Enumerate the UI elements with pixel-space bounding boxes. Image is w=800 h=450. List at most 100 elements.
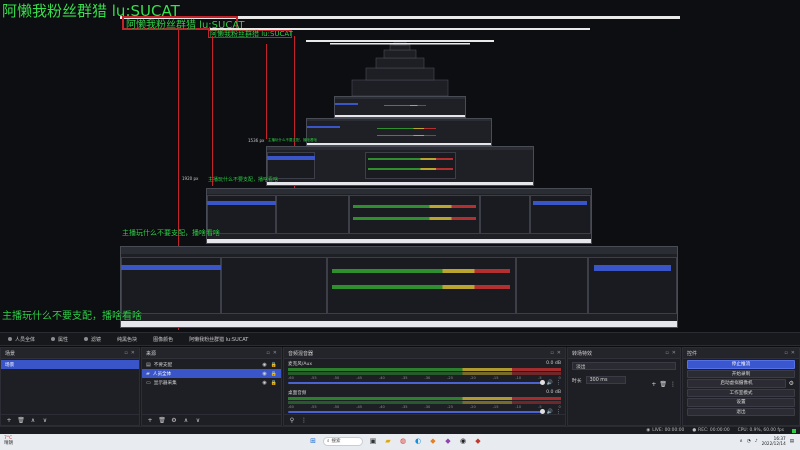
- file-explorer-icon[interactable]: ▰: [383, 436, 393, 446]
- meter-tick: -20: [469, 376, 476, 380]
- transition-select[interactable]: 淡出: [572, 362, 676, 370]
- meter-tick: -60: [288, 405, 294, 409]
- gear-icon[interactable]: ⚙: [170, 416, 178, 424]
- app-icon[interactable]: ◆: [443, 436, 453, 446]
- weather-desc: 晴朗: [4, 441, 13, 446]
- edge-icon[interactable]: ◐: [413, 436, 423, 446]
- meter-tick: -55: [310, 376, 317, 380]
- virtual-camera-button[interactable]: 启动虚拟摄像机 ⚙: [687, 379, 794, 388]
- float-icon[interactable]: ▫: [665, 350, 668, 356]
- toolbar-text-button[interactable]: 阿懒我粉丝群猎 lu:SUCAT: [185, 335, 252, 344]
- app-icon[interactable]: ◆: [428, 436, 438, 446]
- filters-icon: [84, 337, 89, 341]
- slider-knob[interactable]: [539, 380, 545, 385]
- controls-dock: 控件 ▫ ✕ 停止推流 开始录制 启动虚拟摄像机 ⚙ 工作室模式 设置 退出: [682, 347, 800, 426]
- float-icon[interactable]: ▫: [550, 350, 553, 356]
- mixer-title: 音频混音器: [288, 350, 314, 357]
- float-icon[interactable]: ▫: [124, 350, 127, 356]
- toolbar-properties-button[interactable]: 属性: [47, 335, 72, 344]
- scene-item[interactable]: 场景: [1, 360, 139, 369]
- meter-tick: -25: [447, 405, 454, 409]
- eye-icon[interactable]: ◉: [262, 371, 266, 377]
- meter-tick: -35: [401, 376, 408, 380]
- menu-icon[interactable]: ⋮: [670, 381, 676, 388]
- lock-icon[interactable]: 🔒: [271, 380, 277, 386]
- link-icon[interactable]: ⚲: [288, 416, 296, 424]
- lock-icon[interactable]: 🔒: [271, 362, 277, 368]
- trash-icon[interactable]: 🗑: [158, 416, 166, 424]
- obs-icon[interactable]: ◉: [458, 436, 468, 446]
- exit-button[interactable]: 退出: [687, 407, 795, 416]
- source-item-label: 显示器采集: [153, 380, 177, 386]
- mixer-channel: 麦克风/Aux 0.0 dB -60 -55 -50 -45 -40 -35 -30 -25 -2…: [284, 359, 565, 386]
- trash-icon[interactable]: 🗑: [659, 381, 667, 388]
- record-icon: ●: [692, 428, 697, 433]
- level-meter: [288, 368, 561, 371]
- toolbar-scene[interactable]: 人员全体: [4, 335, 39, 344]
- close-icon[interactable]: ✕: [273, 350, 277, 356]
- chevron-up-icon[interactable]: ∧: [29, 416, 37, 424]
- toolbar-color-button[interactable]: 纯黑色块: [113, 335, 141, 344]
- add-icon[interactable]: +: [651, 381, 656, 388]
- start-recording-button[interactable]: 开始录制: [687, 369, 795, 378]
- float-icon[interactable]: ▫: [266, 350, 269, 356]
- meter-tick: -30: [424, 405, 431, 409]
- transitions-dock-header: 转场特效 ▫ ✕: [568, 348, 680, 359]
- windows-start-icon[interactable]: ⊞: [308, 436, 318, 446]
- mixer-channel: 桌面音频 0.0 dB -60 -55 -50 -45 -40 -35 -30 -25 -20 -1…: [284, 388, 565, 415]
- meter-tick: -50: [333, 405, 340, 409]
- close-icon[interactable]: ✕: [672, 350, 676, 356]
- task-view-icon[interactable]: ▣: [368, 436, 378, 446]
- add-icon[interactable]: +: [146, 416, 154, 424]
- resolution-label: 1920 px: [182, 176, 199, 181]
- meter-tick: -25: [447, 376, 454, 380]
- sources-dock-header: 来源 ▫ ✕: [142, 348, 281, 359]
- close-icon[interactable]: ✕: [131, 350, 135, 356]
- clock[interactable]: 16:37 2022/12/14: [762, 436, 786, 446]
- rec-status: ● REC: 00:00:00: [692, 428, 729, 433]
- app-icon[interactable]: ◆: [473, 436, 483, 446]
- text-icon: ▤: [146, 361, 151, 368]
- meter-tick: -10: [515, 376, 522, 380]
- sources-footer: + 🗑 ⚙ ∧ ∨: [142, 414, 281, 425]
- duration-value: 300 ms: [589, 377, 608, 383]
- add-icon[interactable]: +: [5, 416, 13, 424]
- wifi-icon[interactable]: ◔: [747, 439, 751, 444]
- weather-widget[interactable]: 7°C 晴朗: [4, 436, 13, 446]
- duration-input[interactable]: 300 ms: [585, 376, 626, 384]
- source-item[interactable]: ▭ 显示器采集 ◉ 🔒: [142, 378, 281, 387]
- meter-tick: -60: [288, 376, 294, 380]
- properties-icon: [51, 337, 56, 341]
- menu-icon[interactable]: ⋮: [300, 416, 308, 424]
- lock-icon[interactable]: 🔒: [271, 371, 277, 377]
- settings-button[interactable]: 设置: [687, 398, 795, 407]
- taskbar-search[interactable]: ⌕ 搜索: [323, 436, 363, 446]
- gear-icon[interactable]: ⋮: [556, 380, 561, 386]
- stop-streaming-button[interactable]: 停止推流: [687, 360, 795, 369]
- toolbar-filters-button[interactable]: 滤镜: [80, 335, 105, 344]
- gear-icon[interactable]: ⚙: [789, 380, 794, 387]
- chrome-icon[interactable]: ◍: [398, 436, 408, 446]
- chevron-up-icon[interactable]: ∧: [182, 416, 190, 424]
- speaker-icon[interactable]: 🔊: [547, 380, 553, 386]
- toolbar-image-button[interactable]: 图像颜色: [149, 335, 177, 344]
- eye-icon[interactable]: ◉: [262, 380, 266, 386]
- source-item[interactable]: ▰ 人员全体 ◉ 🔒: [142, 369, 281, 378]
- notification-icon[interactable]: ▤: [790, 439, 794, 444]
- source-item[interactable]: ▤ 不要支配 ◉ 🔒: [142, 360, 281, 369]
- chevron-up-icon[interactable]: ∧: [739, 439, 742, 444]
- float-icon[interactable]: ▫: [784, 350, 787, 356]
- volume-icon[interactable]: ♪: [755, 439, 758, 444]
- studio-mode-button[interactable]: 工作室模式: [687, 388, 795, 397]
- trash-icon[interactable]: 🗑: [17, 416, 25, 424]
- chevron-down-icon[interactable]: ∨: [194, 416, 202, 424]
- source-item-label: 不要支配: [153, 362, 173, 368]
- close-icon[interactable]: ✕: [791, 350, 795, 356]
- eye-icon[interactable]: ◉: [262, 362, 266, 368]
- close-icon[interactable]: ✕: [557, 350, 561, 356]
- folder-icon: ▰: [146, 370, 150, 377]
- volume-slider[interactable]: 🔊 ⋮: [288, 380, 561, 386]
- scenes-footer: + 🗑 ∧ ∨: [1, 414, 139, 425]
- preview-canvas[interactable]: 阿懒我粉丝群猎 lu:SUCAT 阿懒我粉丝群猎 lu:SUCAT 阿懒我粉丝群…: [0, 0, 800, 332]
- chevron-down-icon[interactable]: ∨: [41, 416, 49, 424]
